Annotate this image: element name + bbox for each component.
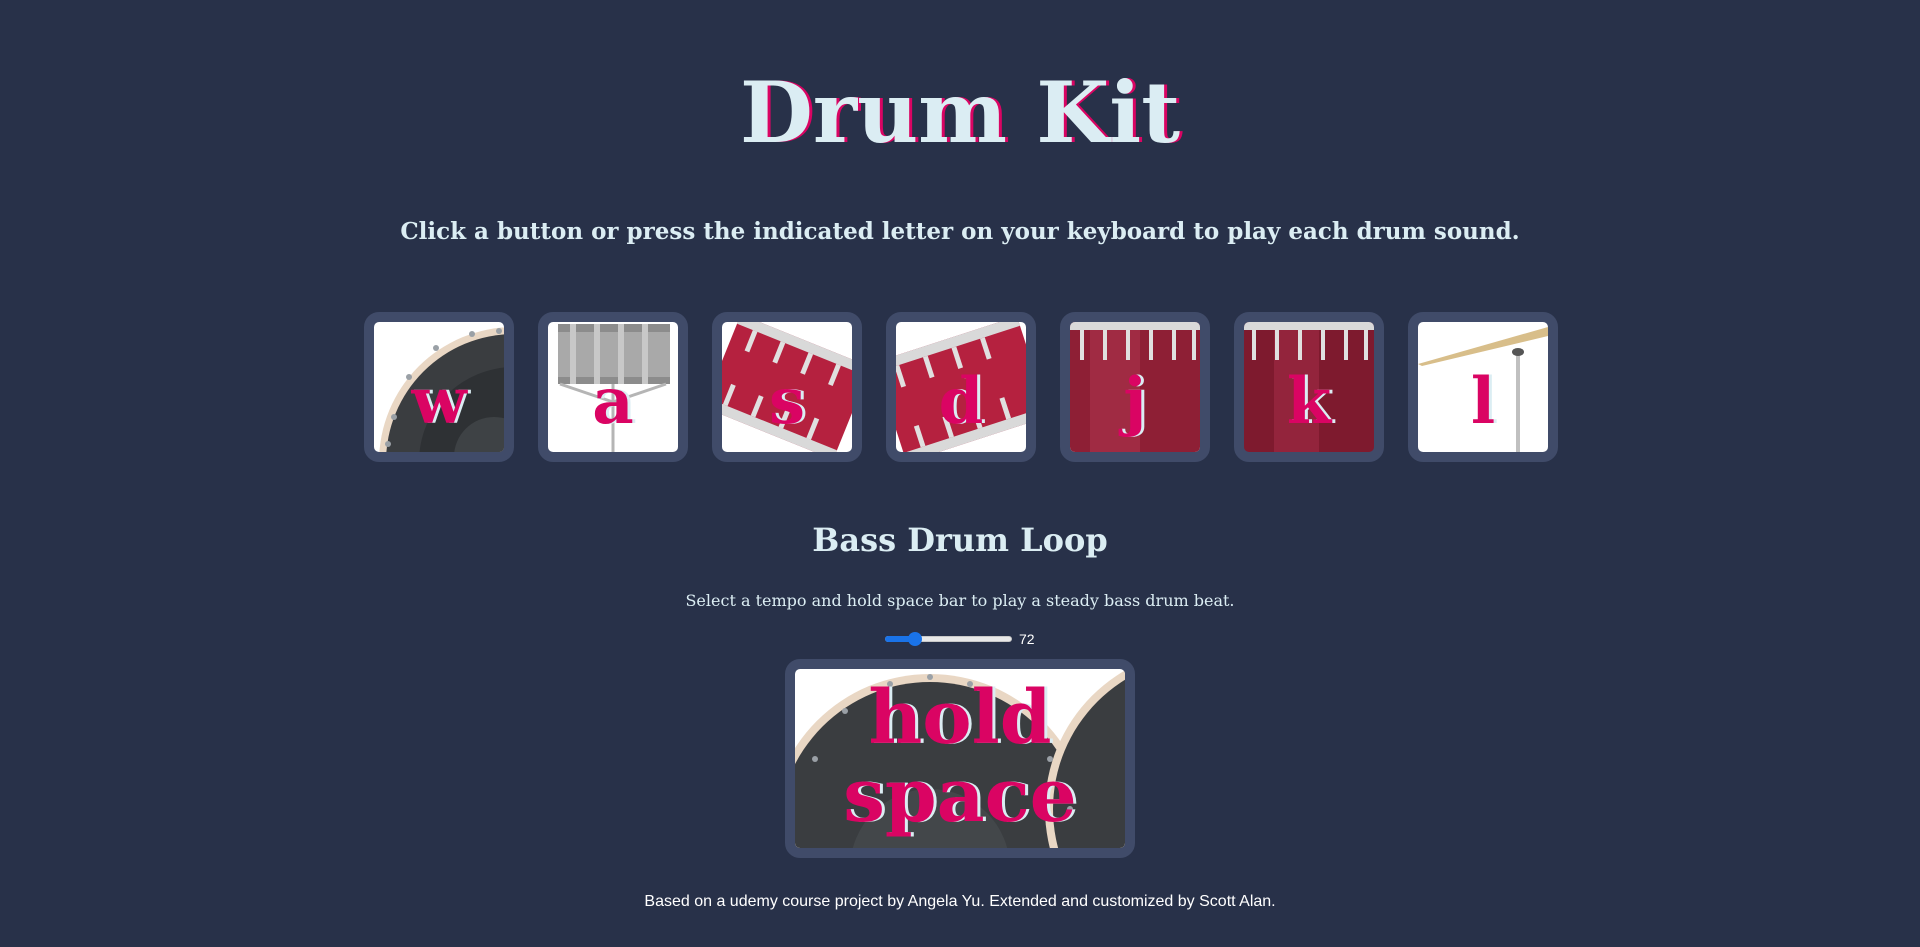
hold-space-button[interactable]: hold space	[785, 659, 1135, 858]
drum-button-s[interactable]: s	[712, 312, 862, 462]
drum-key-label: s	[768, 364, 806, 439]
drum-button-w[interactable]: w	[364, 312, 514, 462]
hold-label-line2: space	[843, 753, 1077, 839]
tempo-value: 72	[1019, 631, 1035, 647]
drum-button-row: w a s d j k l	[364, 312, 1558, 462]
drum-button-d[interactable]: d	[886, 312, 1036, 462]
drum-key-label: l	[1470, 364, 1496, 439]
tempo-slider-thumb[interactable]	[908, 632, 922, 646]
tempo-control: 72	[885, 627, 1085, 651]
drum-button-l[interactable]: l	[1408, 312, 1558, 462]
page-subtitle: Click a button or press the indicated le…	[400, 218, 1520, 245]
drum-key-label: w	[411, 364, 467, 439]
drum-key-label: d	[938, 364, 984, 439]
loop-section-title: Bass Drum Loop	[812, 521, 1108, 559]
footer-credit: Based on a udemy course project by Angel…	[644, 893, 1276, 910]
drum-key-label: j	[1123, 364, 1147, 439]
drum-button-j[interactable]: j	[1060, 312, 1210, 462]
hold-label-line1: hold	[868, 675, 1052, 761]
hold-space-label: hold space	[795, 679, 1125, 835]
drum-key-label: k	[1286, 364, 1332, 439]
drum-button-k[interactable]: k	[1234, 312, 1384, 462]
loop-description: Select a tempo and hold space bar to pla…	[685, 591, 1235, 610]
page-title: Drum Kit	[739, 63, 1180, 162]
drum-button-a[interactable]: a	[538, 312, 688, 462]
drum-key-label: a	[592, 364, 634, 439]
